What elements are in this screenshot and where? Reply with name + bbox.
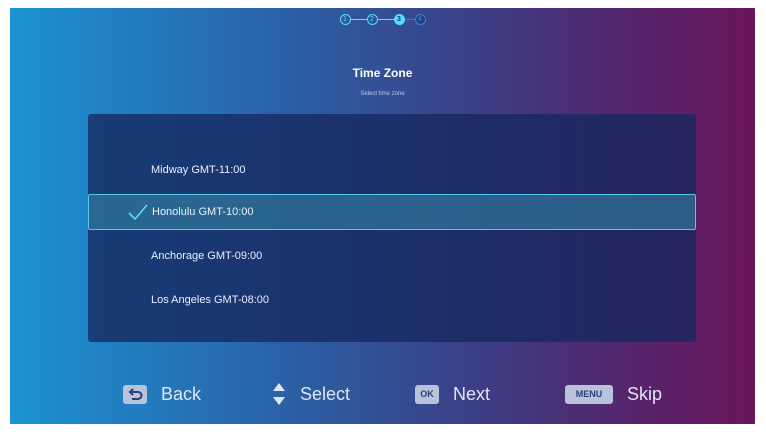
timezone-list: Midway GMT-11:00 Honolulu GMT-10:00 Anch…: [88, 114, 696, 342]
setup-stepper: 1 2 3 4: [10, 14, 755, 25]
back-hint[interactable]: Back: [123, 380, 201, 408]
step-4-indicator: 4: [414, 14, 426, 25]
next-hint[interactable]: OK Next: [415, 380, 490, 408]
page-title: Time Zone: [352, 66, 413, 80]
page-subtitle: Select time zone: [360, 91, 405, 97]
remote-key-hints: Back Select OK Next MENU Skip: [10, 380, 755, 408]
setup-screen: 1 2 3 4 Time Zone Select time zone Midwa…: [10, 8, 755, 424]
timezone-option[interactable]: Anchorage GMT-09:00: [88, 238, 696, 274]
select-hint-label: Select: [300, 383, 351, 404]
timezone-option-label: Los Angeles GMT-08:00: [151, 294, 270, 306]
skip-hint-label: Skip: [627, 383, 663, 404]
timezone-option-label: Midway GMT-11:00: [151, 164, 246, 176]
step-connector: [377, 19, 394, 20]
step-3-indicator: 3: [393, 14, 405, 25]
next-hint-label: Next: [453, 383, 491, 404]
timezone-option[interactable]: Midway GMT-11:00: [88, 152, 696, 188]
step-connector: [404, 19, 415, 20]
timezone-option-label: Honolulu GMT-10:00: [152, 206, 254, 218]
timezone-option[interactable]: Los Angeles GMT-08:00: [88, 282, 696, 318]
back-arrow-icon: [123, 384, 147, 404]
checkmark-icon: [128, 204, 148, 221]
menu-key-icon: MENU: [565, 384, 613, 404]
timezone-option-selected[interactable]: Honolulu GMT-10:00: [88, 194, 696, 230]
back-hint-label: Back: [161, 383, 202, 404]
step-1-indicator: 1: [339, 14, 351, 25]
skip-hint[interactable]: MENU Skip: [565, 380, 662, 408]
ok-key-icon: OK: [415, 384, 439, 404]
select-hint[interactable]: Select: [272, 380, 350, 408]
step-connector: [350, 19, 367, 20]
step-2-indicator: 2: [366, 14, 378, 25]
up-down-arrows-icon: [273, 383, 285, 405]
timezone-option-label: Anchorage GMT-09:00: [151, 250, 263, 262]
